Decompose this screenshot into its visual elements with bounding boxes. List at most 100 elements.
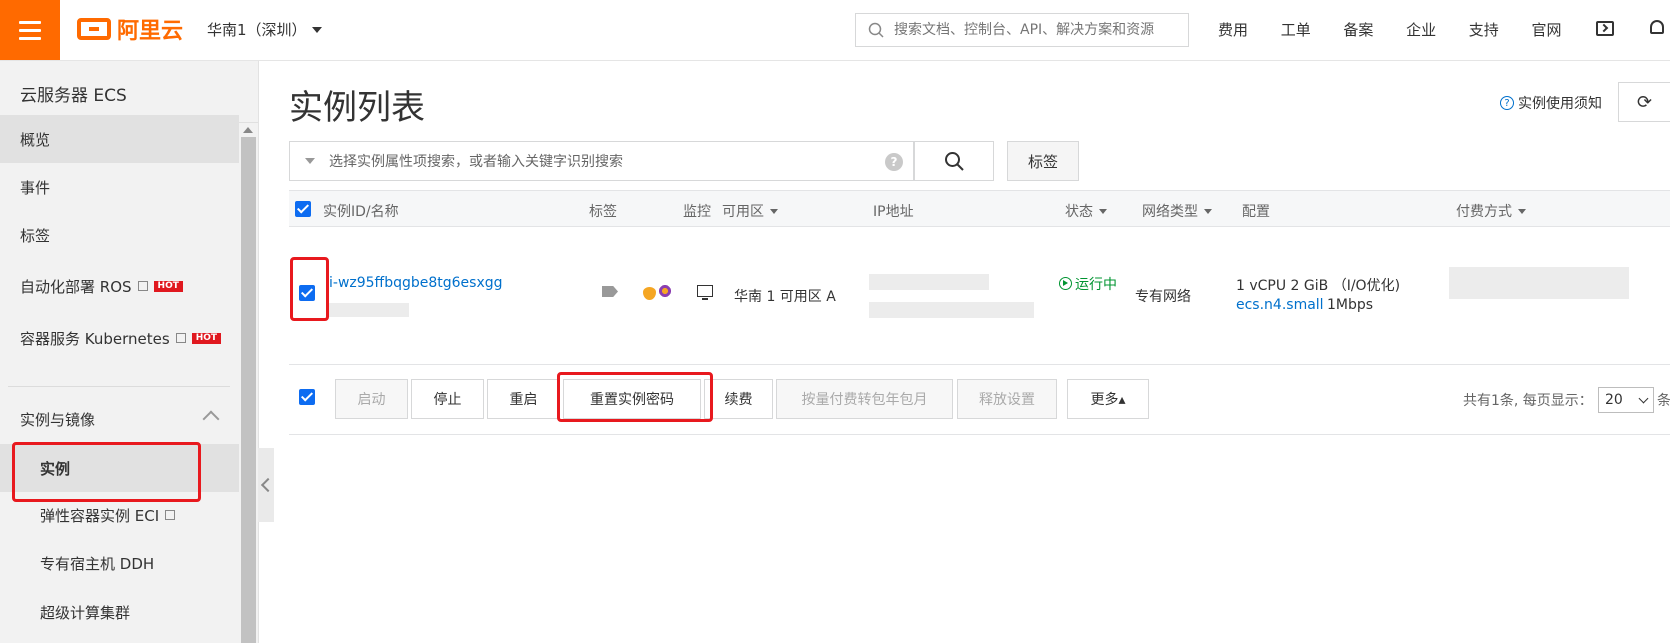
- sidebar-collapse-handle[interactable]: [258, 448, 274, 522]
- col-label: 监控: [683, 204, 711, 220]
- hot-badge: HOT: [153, 280, 183, 292]
- pager-summary: 共有1条, 每页显示：: [1463, 393, 1593, 409]
- start-button[interactable]: 启动: [335, 379, 408, 419]
- page-size-select[interactable]: 20: [1598, 387, 1654, 413]
- sidebar-item-tags[interactable]: 标签: [0, 211, 239, 259]
- terminal-icon[interactable]: [1596, 21, 1614, 36]
- hamburger-menu-icon[interactable]: [0, 0, 60, 60]
- ip-redacted: [869, 274, 989, 290]
- caret-down-icon[interactable]: [1204, 208, 1212, 214]
- col-label: 状态: [1065, 204, 1093, 220]
- global-search[interactable]: [855, 13, 1189, 47]
- config-spec: 1 vCPU 2 GiB （I/O优化): [1236, 278, 1401, 294]
- page-title: 实例列表: [289, 88, 425, 128]
- monitor-chart-icon[interactable]: [697, 285, 713, 300]
- nav-fees[interactable]: 费用: [1218, 19, 1281, 40]
- col-billing[interactable]: 付费方式: [1456, 201, 1526, 221]
- col-tags: 标签: [589, 201, 617, 221]
- refresh-button[interactable]: ⟳: [1618, 82, 1670, 122]
- search-icon: [868, 22, 884, 38]
- caret-down-icon[interactable]: [305, 158, 315, 164]
- col-network-type[interactable]: 网络类型: [1142, 201, 1212, 221]
- zone-cell: 华南 1 可用区 A: [734, 289, 836, 305]
- sidebar-divider: [8, 386, 230, 387]
- instance-type-link[interactable]: ecs.n4.small: [1236, 297, 1324, 313]
- nav-support[interactable]: 支持: [1469, 19, 1532, 40]
- table-row: i-wz95ffbqgbe8tg6esxgg 华南 1 可用区 A 运行中 专有…: [289, 227, 1670, 365]
- sidebar-scrollbar[interactable]: [241, 137, 256, 643]
- external-link-icon: [175, 333, 186, 343]
- nav-enterprise[interactable]: 企业: [1406, 19, 1469, 40]
- scroll-up-arrow-icon[interactable]: [243, 127, 253, 133]
- col-instance-id: 实例ID/名称: [323, 201, 399, 221]
- sidebar-item-label: 自动化部署 ROS: [20, 277, 132, 296]
- tag-filter-button[interactable]: 标签: [1007, 141, 1079, 181]
- highlight-row-checkbox: [290, 257, 329, 321]
- col-label: IP地址: [873, 204, 914, 220]
- sidebar-item-label: 容器服务 Kubernetes: [20, 329, 170, 348]
- sidebar-item-ddh[interactable]: 专有宿主机 DDH: [0, 539, 239, 587]
- top-nav: 费用 工单 备案 企业 支持 官网: [1218, 19, 1594, 40]
- external-link-icon: [137, 281, 148, 291]
- logo-mark-icon: [77, 18, 111, 40]
- col-status[interactable]: 状态: [1065, 201, 1107, 221]
- col-monitor: 监控: [683, 201, 711, 221]
- search-button[interactable]: [914, 141, 994, 181]
- instance-id-link[interactable]: i-wz95ffbqgbe8tg6esxgg: [329, 275, 503, 291]
- page-size-value: 20: [1605, 392, 1623, 408]
- external-link-icon: [165, 510, 176, 520]
- restart-button[interactable]: 重启: [487, 379, 560, 419]
- global-search-input[interactable]: [892, 21, 1176, 39]
- convert-to-subscription-button[interactable]: 按量付费转包年包月: [776, 379, 953, 419]
- sidebar-item-ros[interactable]: 自动化部署 ROS HOT: [0, 262, 239, 310]
- refresh-icon: ⟳: [1636, 91, 1653, 113]
- top-bar: 阿里云 华南1（深圳） 费用 工单 备案 企业 支持 官网: [0, 0, 1670, 61]
- instance-usage-help-link[interactable]: ? 实例使用须知: [1500, 93, 1602, 113]
- sidebar-item-label: 事件: [20, 178, 51, 197]
- status-label: 运行中: [1075, 277, 1117, 293]
- filter-placeholder: 选择实例属性项搜索，或者输入关键字识别搜索: [329, 154, 623, 170]
- instance-filter-search[interactable]: 选择实例属性项搜索，或者输入关键字识别搜索 ?: [289, 141, 914, 181]
- question-icon: ?: [1500, 96, 1514, 110]
- sidebar-group-label: 实例与镜像: [20, 410, 96, 429]
- sidebar-item-kubernetes[interactable]: 容器服务 Kubernetes HOT: [0, 314, 239, 362]
- chevron-down-icon: [1638, 393, 1649, 404]
- select-all-checkbox[interactable]: [295, 201, 311, 217]
- more-actions-button[interactable]: 更多▴: [1067, 379, 1149, 419]
- release-settings-button[interactable]: 释放设置: [957, 379, 1057, 419]
- highlight-sidebar-instances: [12, 442, 201, 502]
- bandwidth-cell: 1Mbps: [1327, 297, 1374, 313]
- col-label: 实例ID/名称: [323, 204, 399, 220]
- billing-redacted: [1449, 267, 1629, 299]
- col-label: 配置: [1242, 204, 1270, 220]
- region-selector[interactable]: 华南1（深圳）: [207, 19, 307, 40]
- sidebar-title: 云服务器 ECS: [20, 86, 127, 106]
- caret-down-icon[interactable]: [1518, 208, 1526, 214]
- bell-icon[interactable]: [1650, 20, 1664, 34]
- running-status-icon: [1059, 277, 1072, 290]
- footer-select-all-checkbox[interactable]: [299, 389, 315, 405]
- sidebar-item-label: 超级计算集群: [40, 603, 131, 622]
- help-icon[interactable]: ?: [885, 153, 903, 171]
- sidebar-item-overview[interactable]: 概览: [0, 115, 239, 163]
- table-header: 实例ID/名称 标签 监控 可用区 IP地址 状态 网络类型 配置 付费方式: [289, 190, 1670, 227]
- highlight-reset-password: [557, 372, 713, 422]
- aliyun-logo[interactable]: 阿里云: [77, 14, 183, 44]
- sidebar-item-label: 专有宿主机 DDH: [40, 554, 155, 573]
- caret-down-icon[interactable]: [1099, 208, 1107, 214]
- caret-down-icon[interactable]: [770, 208, 778, 214]
- col-zone[interactable]: 可用区: [722, 201, 778, 221]
- col-label: 付费方式: [1456, 204, 1512, 220]
- stop-button[interactable]: 停止: [411, 379, 484, 419]
- nav-tickets[interactable]: 工单: [1281, 19, 1344, 40]
- renew-button[interactable]: 续费: [704, 379, 773, 419]
- network-type-cell: 专有网络: [1135, 289, 1191, 305]
- sidebar-item-events[interactable]: 事件: [0, 163, 239, 211]
- nav-official-site[interactable]: 官网: [1531, 19, 1594, 40]
- logo-text: 阿里云: [117, 19, 184, 44]
- cloud-monitor-icon[interactable]: [658, 284, 672, 298]
- nav-icp[interactable]: 备案: [1343, 19, 1406, 40]
- caret-down-icon[interactable]: [312, 27, 322, 33]
- sidebar-item-label: 概览: [20, 130, 51, 149]
- sidebar-item-scc[interactable]: 超级计算集群: [0, 588, 239, 636]
